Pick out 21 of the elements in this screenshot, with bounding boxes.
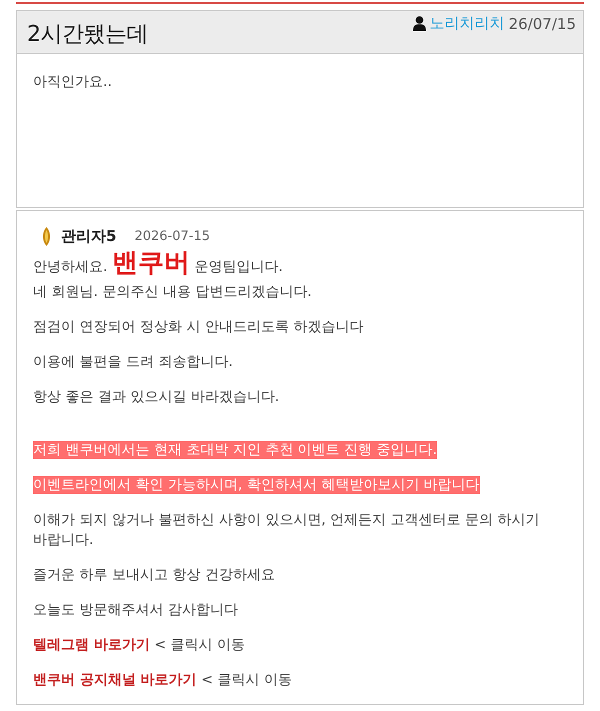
reply-text: 점검이 연장되어 정상화 시 안내드리도록 하겠습니다 bbox=[33, 318, 364, 337]
link[interactable]: 텔레그램 바로가기 bbox=[33, 637, 150, 653]
reply-text: 오늘도 방문해주셔서 감사합니다 bbox=[33, 601, 239, 620]
link-hint-text: < 클릭시 이동 bbox=[154, 637, 245, 653]
reply-text: 이용에 불편을 드려 죄송합니다. bbox=[33, 353, 234, 372]
rank-badge-icon bbox=[43, 226, 50, 246]
reply-text: 즐거운 하루 보내시고 항상 건강하세요 bbox=[33, 566, 276, 585]
reply-author: 관리자5 bbox=[61, 226, 116, 246]
reply-date: 2026-07-15 bbox=[134, 228, 210, 244]
post-text: 아직인가요.. bbox=[33, 73, 113, 91]
highlighted-text: 저희 밴쿠버에서는 현재 초대박 지인 추천 이벤트 진행 중입니다. bbox=[33, 441, 438, 459]
reply-text: 안녕하세요. 밴쿠버 운영팀입니다. bbox=[33, 248, 284, 280]
reply-text: 항상 좋은 결과 있으시길 바라겠습니다. bbox=[33, 388, 280, 407]
link-hint-text: < 클릭시 이동 bbox=[201, 672, 292, 688]
post-date: 26/07/15 bbox=[508, 14, 576, 32]
user-icon bbox=[412, 16, 426, 31]
reply-text: 네 회원님. 문의주신 내용 답변드리겠습니다. bbox=[33, 283, 313, 302]
reply-text: 이해가 되지 않거나 불편하신 사항이 있으시면, 언제든지 고객센터로 문의 하시기 바랍니다. bbox=[33, 511, 541, 550]
link[interactable]: 밴쿠버 공지채널 바로가기 bbox=[33, 672, 197, 688]
highlighted-text: 이벤트라인에서 확인 가능하시며, 확인하셔서 혜택받아보시기 바랍니다 bbox=[33, 476, 480, 494]
post-title: 2시간됐는데 bbox=[27, 20, 148, 48]
